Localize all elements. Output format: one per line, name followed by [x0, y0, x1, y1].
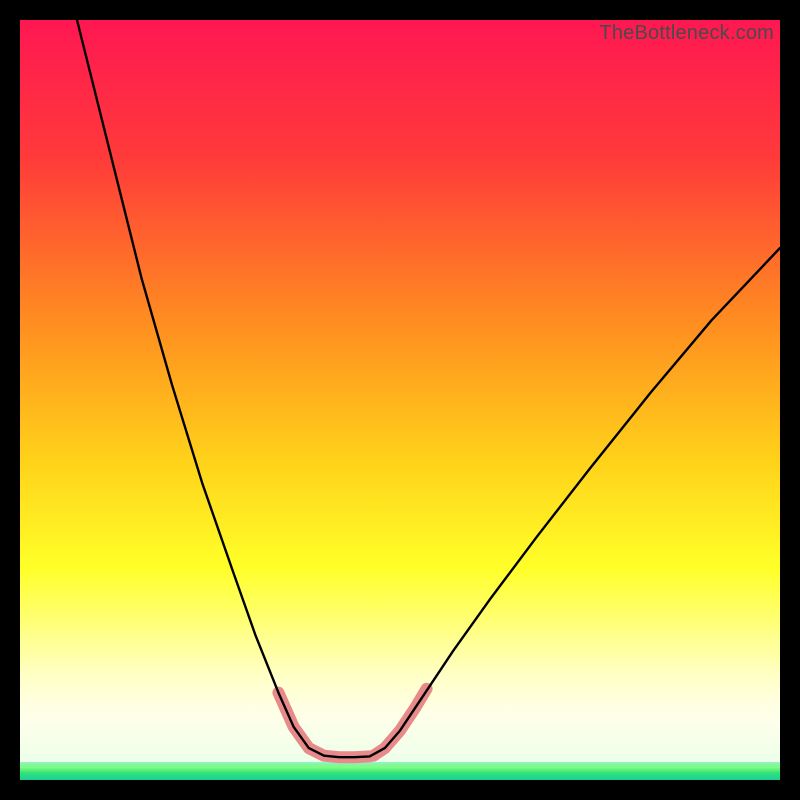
bottleneck-curve [77, 20, 780, 757]
watermark-text: TheBottleneck.com [599, 22, 774, 45]
curves-layer [20, 20, 780, 780]
chart-frame: TheBottleneck.com [20, 20, 780, 780]
highlight-segment-right [373, 689, 426, 756]
